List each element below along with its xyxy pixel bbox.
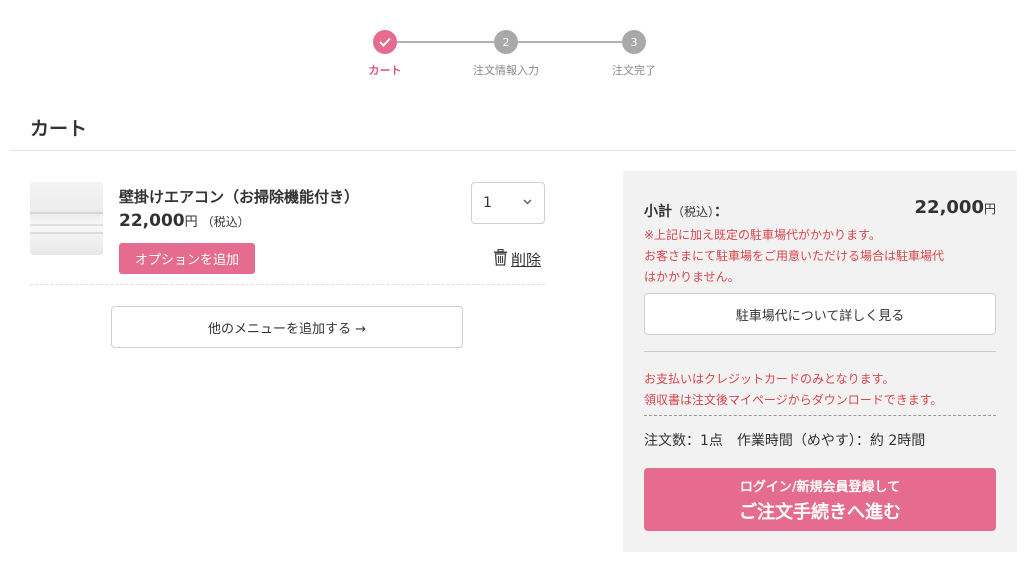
- subtotal-label: 小計（税込）：: [644, 201, 728, 221]
- checkout-line-1: ログイン/新規会員登録して: [739, 479, 901, 495]
- product-price: 22,000円 （税込）: [119, 211, 250, 231]
- subtotal-text: 小計: [644, 204, 672, 220]
- add-menu-button[interactable]: 他のメニューを追加する →: [111, 306, 463, 348]
- parking-notice-line-2: お客さまにて駐車場をご用意いただける場合は駐車場代: [644, 249, 945, 263]
- subtotal-value: 22,000: [914, 197, 984, 218]
- step-1-check-icon: [373, 30, 397, 54]
- parking-info-button[interactable]: 駐車場代について詳しく見る: [644, 293, 996, 335]
- delete-label: 削除: [511, 251, 542, 269]
- price-value: 22,000: [119, 211, 185, 231]
- step-1-label: カート: [368, 64, 402, 77]
- delete-item-link[interactable]: 削除: [493, 248, 542, 270]
- subtotal-tax-note: （税込）: [672, 205, 715, 219]
- order-info: 注文数：1点 作業時間（めやす）：約 2時間: [644, 433, 926, 449]
- stepper-connector: [518, 41, 622, 43]
- subtotal-unit: 円: [983, 202, 996, 216]
- summary-divider: [644, 351, 996, 352]
- checkout-button[interactable]: ログイン/新規会員登録して ご注文手続きへ進む: [644, 468, 996, 531]
- payment-notice-line-2: 領収書は注文後マイページからダウンロードできます。: [644, 393, 943, 407]
- step-2-number: 2: [494, 30, 518, 54]
- item-divider: [30, 284, 545, 285]
- parking-notice-line-3: はかかりません。: [644, 270, 740, 284]
- chevron-down-icon: [523, 197, 532, 208]
- summary-divider-dashed: [644, 415, 996, 416]
- checkout-line-2: ご注文手続きへ進む: [739, 501, 901, 523]
- price-unit: 円: [184, 215, 198, 230]
- step-2-label: 注文情報入力: [473, 64, 539, 77]
- page-title: カート: [30, 118, 88, 140]
- tax-note: （税込）: [201, 215, 250, 229]
- stepper-connector: [397, 41, 494, 43]
- quantity-select[interactable]: 1: [471, 182, 545, 224]
- product-name: 壁掛けエアコン（お掃除機能付き）: [119, 188, 360, 206]
- trash-icon: [493, 248, 508, 270]
- checkout-stepper: 2 3 カート 注文情報入力 注文完了: [0, 30, 1024, 80]
- add-option-button[interactable]: オプションを追加: [119, 243, 255, 274]
- step-3-label: 注文完了: [612, 64, 656, 77]
- subtotal-colon: ：: [714, 204, 729, 220]
- subtotal-amount: 22,000円: [915, 197, 996, 218]
- title-divider: [10, 150, 1016, 151]
- parking-notice-line-1: ※上記に加え既定の駐車場代がかかります。: [644, 228, 881, 242]
- product-image: [30, 182, 103, 255]
- step-3-number: 3: [622, 30, 646, 54]
- quantity-value: 1: [483, 195, 492, 211]
- payment-notice-line-1: お支払いはクレジットカードのみとなります。: [644, 372, 895, 386]
